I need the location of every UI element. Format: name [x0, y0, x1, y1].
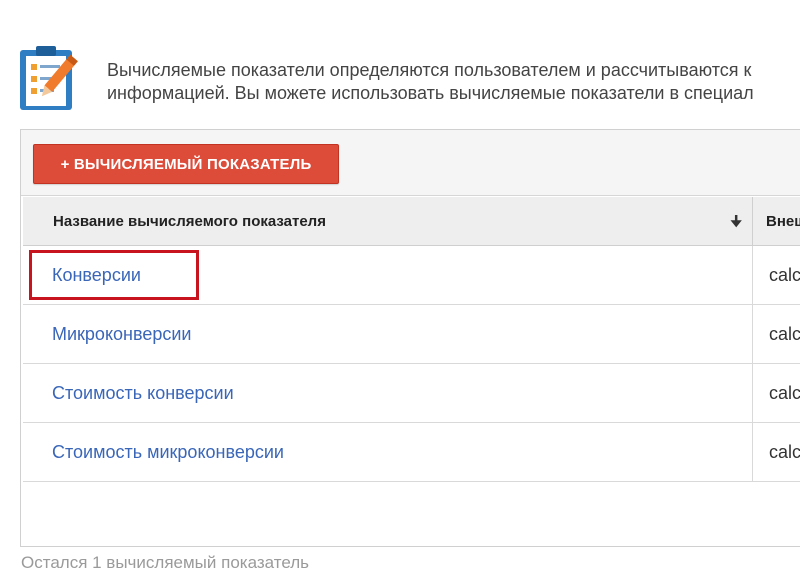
metric-link[interactable]: Конверсии	[52, 265, 141, 286]
clipboard-checklist-pencil-icon	[18, 44, 92, 112]
sort-down-arrow-icon[interactable]: 🠋	[730, 211, 742, 235]
add-calculated-metric-button[interactable]: + ВЫЧИСЛЯЕМЫЙ ПОКАЗАТЕЛЬ	[33, 144, 339, 184]
external-name-cell: calc	[769, 323, 800, 344]
external-name-cell: calc	[769, 441, 800, 462]
intro-line-2: информацией. Вы можете использовать вычи…	[107, 83, 754, 103]
column-header-name[interactable]: Название вычисляемого показателя 🠋	[23, 197, 753, 245]
calculated-metrics-panel: + ВЫЧИСЛЯЕМЫЙ ПОКАЗАТЕЛЬ Название вычисл…	[20, 129, 800, 547]
metric-link[interactable]: Стоимость микроконверсии	[52, 442, 284, 463]
intro-line-1: Вычисляемые показатели определяются поль…	[107, 60, 752, 80]
remaining-metrics-note: Остался 1 вычисляемый показатель	[21, 553, 309, 572]
column-header-external[interactable]: Внеш	[754, 197, 800, 245]
table-header: Название вычисляемого показателя 🠋 Внеш	[23, 197, 800, 246]
metric-link[interactable]: Стоимость конверсии	[52, 383, 234, 404]
metrics-table: Название вычисляемого показателя 🠋 Внеш …	[23, 197, 800, 482]
toolbar: + ВЫЧИСЛЯЕМЫЙ ПОКАЗАТЕЛЬ	[21, 130, 800, 196]
external-name-cell: calc	[769, 382, 800, 403]
table-row: Конверсии calc	[23, 246, 800, 305]
external-name-cell: calc	[769, 264, 800, 285]
table-row: Стоимость микроконверсии calc	[23, 423, 800, 482]
table-row: Стоимость конверсии calc	[23, 364, 800, 423]
table-row: Микроконверсии calc	[23, 305, 800, 364]
column-header-name-label: Название вычисляемого показателя	[53, 212, 326, 230]
intro-description: Вычисляемые показатели определяются поль…	[107, 59, 800, 105]
metric-link[interactable]: Микроконверсии	[52, 324, 191, 345]
